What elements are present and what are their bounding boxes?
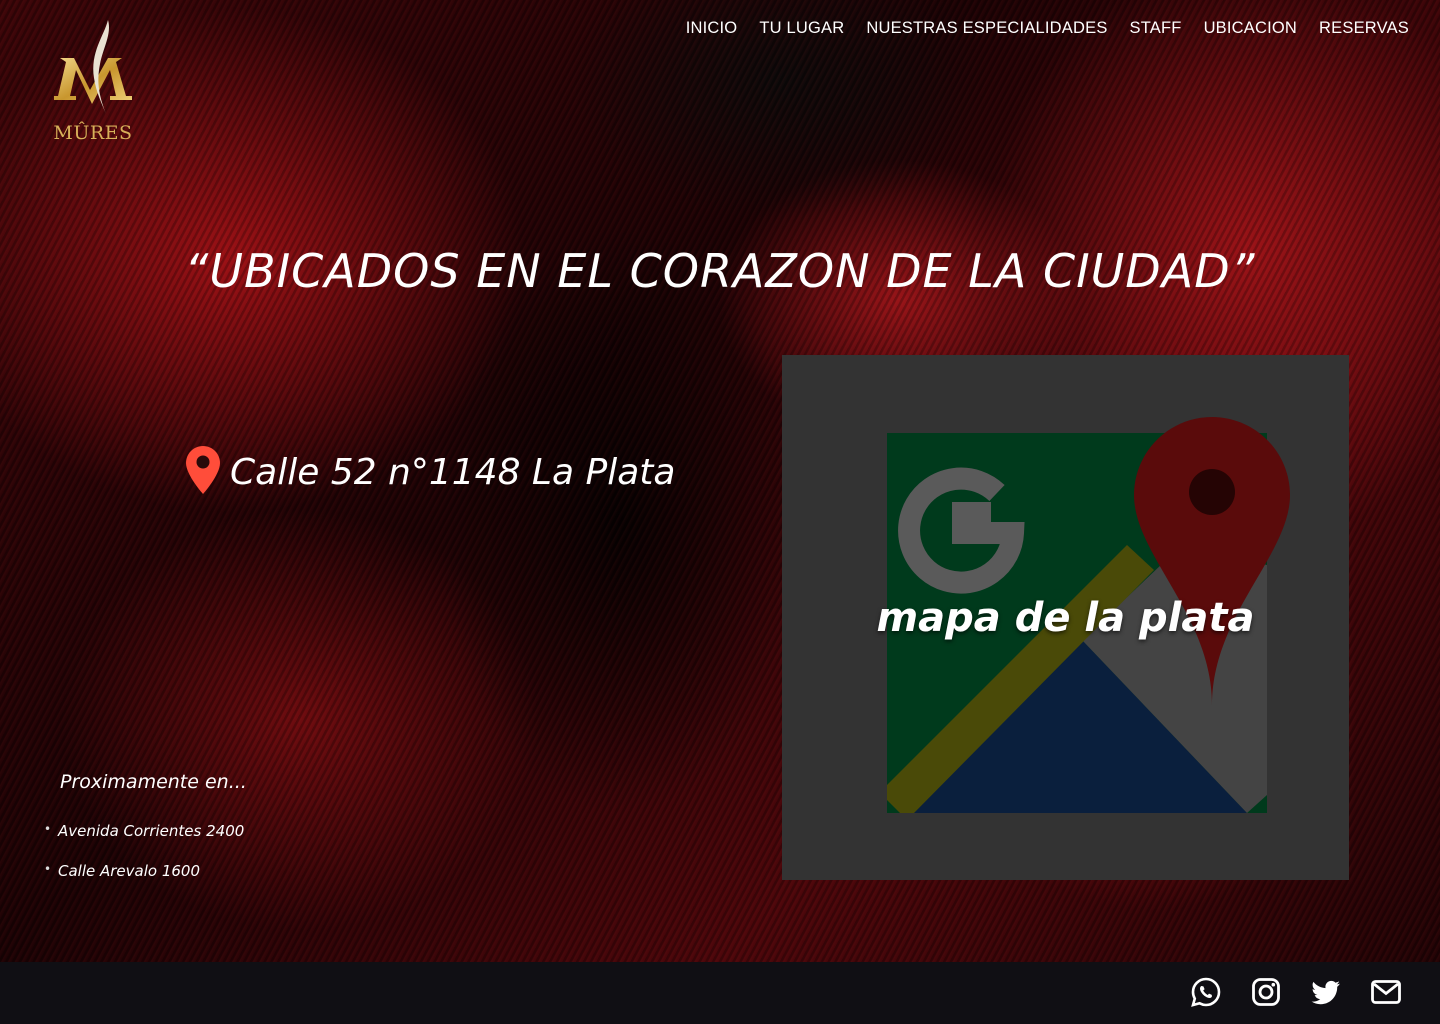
nav-ubicacion[interactable]: UBICACION [1204,19,1297,38]
nav-reservas[interactable]: RESERVAS [1319,19,1409,38]
nav-tu-lugar[interactable]: TU LUGAR [759,19,844,38]
address-text: Calle 52 n°1148 La Plata [230,451,676,493]
social-links [1190,976,1402,1008]
list-item: • Calle Arevalo 1600 [44,862,201,880]
brand-logo[interactable]: MÛRES [50,18,140,148]
map-pin-icon [186,446,220,498]
logo-mark-icon [54,20,132,114]
map-label: mapa de la plata [876,595,1255,641]
nav-staff[interactable]: STAFF [1130,19,1182,38]
nav-especialidades[interactable]: NUESTRAS ESPECIALIDADES [866,19,1107,38]
page-headline: “UBICADOS EN EL CORAZON DE LA CIUDAD” [184,244,1256,298]
twitter-icon[interactable] [1310,976,1342,1008]
coming-soon-title: Proximamente en... [60,771,247,793]
mail-icon[interactable] [1370,976,1402,1008]
brand-name: MÛRES [53,122,133,144]
list-item: • Avenida Corrientes 2400 [44,822,245,840]
nav-inicio[interactable]: INICIO [686,19,738,38]
main-nav: INICIO TU LUGAR NUESTRAS ESPECIALIDADES … [686,19,1409,38]
footer [0,962,1440,1024]
whatsapp-icon[interactable] [1190,976,1222,1008]
coming-soon-list: • Avenida Corrientes 2400 • Calle Arevalo … [44,822,244,902]
instagram-icon[interactable] [1250,976,1282,1008]
map-card[interactable]: mapa de la plata [782,355,1349,880]
address-block: Calle 52 n°1148 La Plata [186,446,675,498]
